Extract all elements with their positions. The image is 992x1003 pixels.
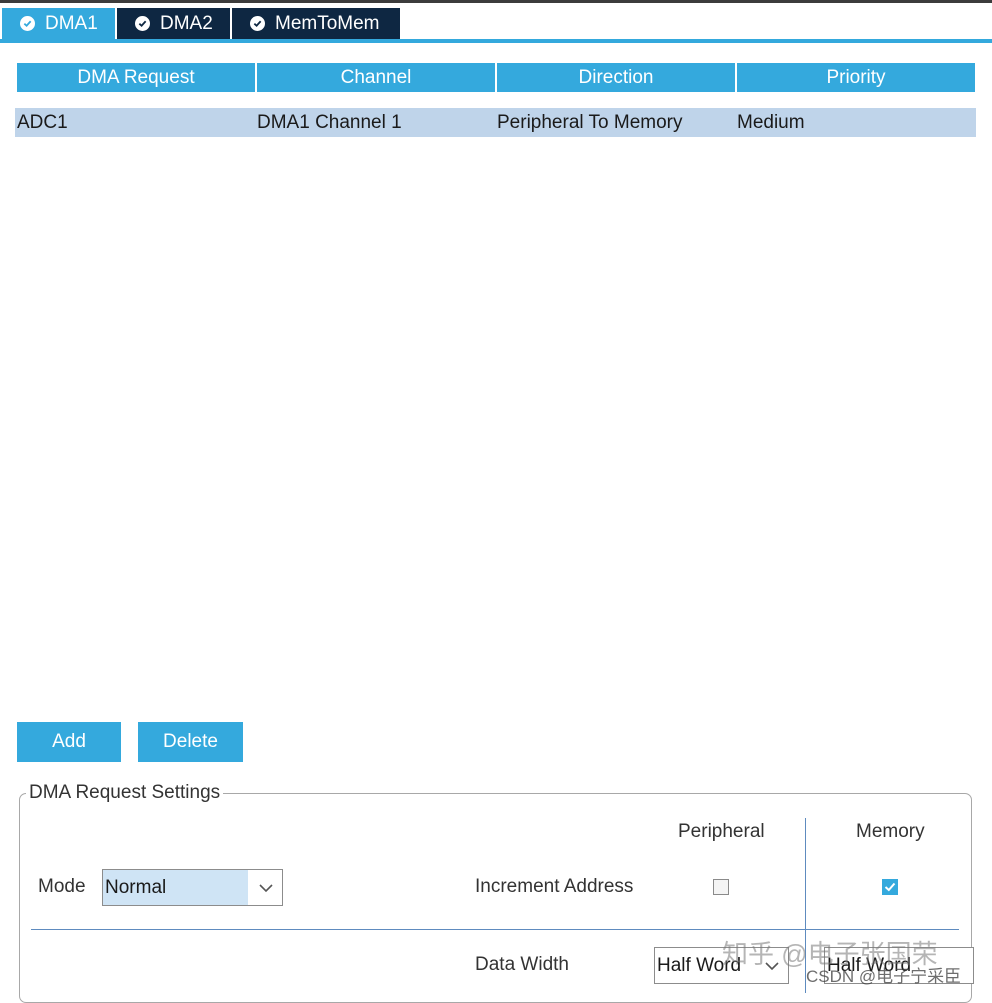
- add-button[interactable]: Add: [17, 722, 121, 762]
- tab-dma1[interactable]: DMA1: [2, 8, 115, 39]
- column-header-channel[interactable]: Channel: [257, 63, 495, 92]
- window-top-border: [0, 0, 992, 3]
- tab-dma2[interactable]: DMA2: [117, 8, 230, 39]
- peripheral-column-label: Peripheral: [678, 821, 765, 842]
- check-circle-icon: [135, 16, 150, 31]
- increment-peripheral-checkbox[interactable]: [713, 879, 729, 895]
- tab-label: MemToMem: [275, 12, 380, 34]
- row-divider: [31, 929, 959, 930]
- settings-group-title: DMA Request Settings: [26, 782, 224, 804]
- table-cell-direction[interactable]: Peripheral To Memory: [495, 108, 735, 137]
- tab-underline: [0, 39, 992, 43]
- column-header-direction[interactable]: Direction: [497, 63, 735, 92]
- mode-select-value: Normal: [103, 870, 248, 905]
- data-width-label: Data Width: [475, 954, 569, 975]
- increment-memory-checkbox[interactable]: [882, 879, 898, 895]
- check-circle-icon: [250, 16, 265, 31]
- column-header-dma-request[interactable]: DMA Request: [17, 63, 255, 92]
- check-circle-icon: [20, 16, 35, 31]
- mode-select[interactable]: Normal: [102, 869, 283, 906]
- memory-column-label: Memory: [856, 821, 925, 842]
- csdn-watermark: CSDN @电子宁采臣: [806, 967, 962, 986]
- delete-button[interactable]: Delete: [138, 722, 243, 762]
- chevron-down-icon: [258, 881, 274, 899]
- table-cell-channel[interactable]: DMA1 Channel 1: [255, 108, 495, 137]
- table-cell-priority[interactable]: Medium: [735, 108, 976, 137]
- tab-bar: DMA1 DMA2 MemToMem: [0, 8, 992, 40]
- tab-label: DMA1: [45, 12, 98, 34]
- checkmark-icon: [884, 882, 896, 892]
- increment-address-label: Increment Address: [475, 876, 634, 897]
- tab-label: DMA2: [160, 12, 213, 34]
- mode-label: Mode: [38, 876, 86, 897]
- table-cell-dma-request[interactable]: ADC1: [15, 108, 255, 137]
- tab-memtomem[interactable]: MemToMem: [232, 8, 400, 39]
- column-header-priority[interactable]: Priority: [737, 63, 975, 92]
